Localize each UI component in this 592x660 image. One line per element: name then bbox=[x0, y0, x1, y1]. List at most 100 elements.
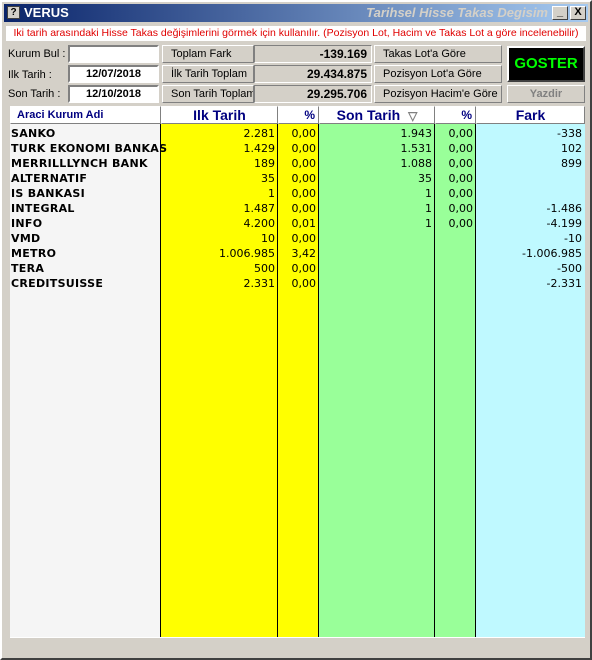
cell-ilk-pct: 0,00 bbox=[291, 232, 317, 245]
cell-ilk: 2.281 bbox=[243, 127, 276, 140]
cell-ilk-pct: 0,00 bbox=[291, 172, 317, 185]
cell-son-pct: 0,00 bbox=[448, 187, 474, 200]
table-row[interactable]: SANKO 2.281 0,00 1.943 0,00 -338 bbox=[10, 126, 585, 141]
app-icon[interactable]: ? bbox=[7, 6, 20, 19]
header-son-pct[interactable]: % bbox=[435, 106, 476, 124]
ilk-tarih-toplam-value: 29.434.875 bbox=[254, 65, 372, 83]
ilk-tarih-toplam-label: İlk Tarih Toplam bbox=[162, 65, 254, 83]
table-row[interactable]: INFO 4.200 0,01 1 0,00 -4.199 bbox=[10, 216, 585, 231]
son-tarih-toplam-label: Son Tarih Toplam bbox=[162, 85, 254, 103]
cell-name: TURK EKONOMI BANKAS bbox=[11, 142, 168, 155]
header-fark[interactable]: Fark bbox=[476, 106, 585, 124]
table-row[interactable]: METRO 1.006.985 3,42 -1.006.985 bbox=[10, 246, 585, 261]
cell-son bbox=[319, 246, 432, 261]
info-text: Iki tarih arasındaki Hisse Takas değişim… bbox=[6, 26, 586, 41]
cell-son-pct: 0,00 bbox=[448, 217, 474, 230]
cell-son-pct: 0,00 bbox=[448, 127, 474, 140]
window-title: VERUS bbox=[24, 5, 69, 20]
cell-son: 35 bbox=[418, 172, 432, 185]
close-button[interactable]: X bbox=[570, 6, 586, 20]
cell-name: ALTERNATIF bbox=[11, 172, 88, 185]
header-son[interactable]: Son Tarih ▽ bbox=[319, 106, 435, 124]
cell-son-pct: 0,00 bbox=[448, 157, 474, 170]
cell-ilk: 1.006.985 bbox=[219, 247, 275, 260]
cell-ilk-pct: 0,00 bbox=[291, 277, 317, 290]
yazdir-button[interactable]: Yazdir bbox=[507, 85, 585, 103]
cell-name: MERRILLLYNCH BANK bbox=[11, 157, 148, 170]
cell-son: 1 bbox=[425, 217, 432, 230]
cell-ilk: 35 bbox=[261, 172, 275, 185]
table-row[interactable]: TERA 500 0,00 -500 bbox=[10, 261, 585, 276]
cell-son: 1 bbox=[425, 187, 432, 200]
header-ilk[interactable]: Ilk Tarih bbox=[161, 106, 278, 124]
cell-name: TERA bbox=[11, 262, 45, 275]
cell-fark bbox=[476, 186, 582, 201]
cell-ilk: 500 bbox=[254, 262, 275, 275]
ilk-tarih-input[interactable]: 12/07/2018 bbox=[68, 65, 159, 83]
ilk-tarih-label: Ilk Tarih : bbox=[8, 69, 52, 81]
cell-ilk-pct: 3,42 bbox=[291, 247, 317, 260]
cell-son bbox=[319, 276, 432, 291]
goster-button[interactable]: GOSTER bbox=[507, 46, 585, 82]
cell-fark: -1.006.985 bbox=[522, 247, 582, 260]
cell-fark bbox=[476, 171, 582, 186]
kurum-bul-input[interactable] bbox=[68, 45, 159, 63]
son-tarih-toplam-value: 29.295.706 bbox=[254, 85, 372, 103]
cell-ilk-pct: 0,00 bbox=[291, 142, 317, 155]
cell-fark: -338 bbox=[557, 127, 582, 140]
header-name[interactable]: Araci Kurum Adi bbox=[10, 106, 161, 124]
cell-ilk-pct: 0,00 bbox=[291, 202, 317, 215]
cell-ilk-pct: 0,01 bbox=[291, 217, 317, 230]
cell-son: 1.531 bbox=[400, 142, 433, 155]
pozisyon-lot-button[interactable]: Pozisyon Lot'a Göre bbox=[374, 65, 502, 83]
cell-fark: -2.331 bbox=[546, 277, 582, 290]
pozisyon-hacim-button[interactable]: Pozisyon Hacim'e Göre bbox=[374, 85, 502, 103]
cell-name: VMD bbox=[11, 232, 41, 245]
cell-son-pct: 0,00 bbox=[448, 172, 474, 185]
horizontal-scrollbar[interactable] bbox=[10, 637, 585, 650]
cell-ilk-pct: 0,00 bbox=[291, 127, 317, 140]
table-row[interactable]: VMD 10 0,00 -10 bbox=[10, 231, 585, 246]
table-row[interactable]: TURK EKONOMI BANKAS 1.429 0,00 1.531 0,00 102 bbox=[10, 141, 585, 156]
table-row[interactable]: MERRILLLYNCH BANK 189 0,00 1.088 0,00 899 bbox=[10, 156, 585, 171]
window-subtitle: Tarihsel Hisse Takas Degisim bbox=[366, 5, 548, 20]
cell-son bbox=[319, 261, 432, 276]
table-row[interactable]: ALTERNATIF 35 0,00 35 0,00 bbox=[10, 171, 585, 186]
main-window: ? VERUS Tarihsel Hisse Takas Degisim _ X… bbox=[0, 0, 592, 660]
cell-son-pct bbox=[435, 231, 473, 246]
toplam-fark-value: -139.169 bbox=[254, 45, 372, 63]
cell-ilk: 2.331 bbox=[243, 277, 276, 290]
cell-son-pct bbox=[435, 276, 473, 291]
son-tarih-input[interactable]: 12/10/2018 bbox=[68, 85, 159, 103]
minimize-button[interactable]: _ bbox=[552, 6, 568, 20]
cell-ilk-pct: 0,00 bbox=[291, 187, 317, 200]
title-bar[interactable]: ? VERUS Tarihsel Hisse Takas Degisim _ X bbox=[4, 4, 588, 22]
cell-name: IS BANKASI bbox=[11, 187, 86, 200]
cell-ilk: 1.487 bbox=[243, 202, 276, 215]
cell-ilk: 189 bbox=[254, 157, 275, 170]
cell-name: SANKO bbox=[11, 127, 56, 140]
takas-lot-button[interactable]: Takas Lot'a Göre bbox=[374, 45, 502, 63]
cell-name: INFO bbox=[11, 217, 43, 230]
cell-fark: -10 bbox=[564, 232, 582, 245]
cell-fark: 899 bbox=[561, 157, 582, 170]
header-son-label: Son Tarih bbox=[336, 107, 401, 123]
cell-fark: -500 bbox=[557, 262, 582, 275]
cell-ilk: 1.429 bbox=[243, 142, 276, 155]
cell-son: 1.088 bbox=[400, 157, 433, 170]
kurum-bul-label: Kurum Bul : bbox=[8, 48, 66, 60]
table-row[interactable]: INTEGRAL 1.487 0,00 1 0,00 -1.486 bbox=[10, 201, 585, 216]
cell-ilk-pct: 0,00 bbox=[291, 157, 317, 170]
cell-son: 1.943 bbox=[400, 127, 433, 140]
table-row[interactable]: CREDITSUISSE 2.331 0,00 -2.331 bbox=[10, 276, 585, 291]
cell-name: INTEGRAL bbox=[11, 202, 75, 215]
cell-fark: -4.199 bbox=[546, 217, 582, 230]
cell-ilk: 10 bbox=[261, 232, 275, 245]
header-ilk-pct[interactable]: % bbox=[278, 106, 319, 124]
table-row[interactable]: IS BANKASI 1 0,00 1 0,00 bbox=[10, 186, 585, 201]
son-tarih-label: Son Tarih : bbox=[8, 88, 61, 100]
cell-name: CREDITSUISSE bbox=[11, 277, 104, 290]
cell-son: 1 bbox=[425, 202, 432, 215]
sort-descending-icon: ▽ bbox=[408, 109, 418, 123]
data-grid[interactable]: Araci Kurum Adi Ilk Tarih % Son Tarih ▽ … bbox=[10, 106, 585, 650]
